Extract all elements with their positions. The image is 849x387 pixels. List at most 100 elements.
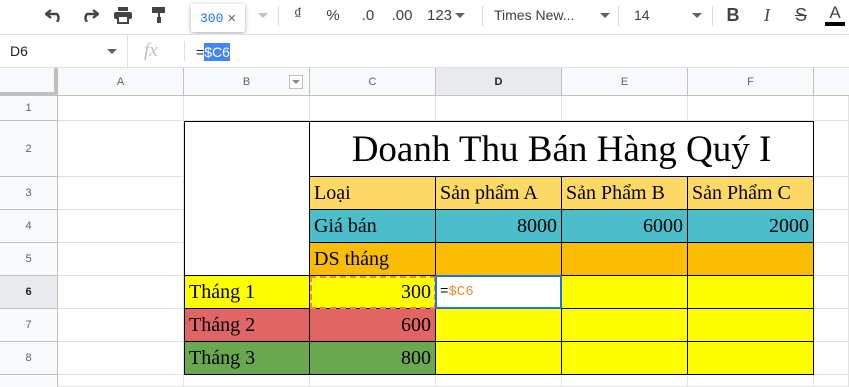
row-header-6[interactable]: 6	[0, 276, 58, 309]
grid-cell[interactable]	[814, 243, 849, 276]
cell-d4[interactable]: 8000	[436, 210, 562, 243]
editor-prefix: =	[440, 284, 449, 300]
cell-c6[interactable]: 300	[310, 276, 436, 309]
grid-cell[interactable]	[58, 121, 184, 177]
cell-b6[interactable]: Tháng 1	[184, 276, 310, 309]
print-icon[interactable]	[110, 2, 136, 28]
chevron-down-icon[interactable]	[256, 2, 270, 28]
column-header-g[interactable]	[814, 68, 849, 96]
cell-f6[interactable]	[688, 276, 814, 309]
font-family-select[interactable]: Times New...	[494, 2, 610, 28]
cell-c7[interactable]: 600	[310, 309, 436, 342]
cell-f3[interactable]: Sản Phẩm C	[688, 177, 814, 210]
column-header-c[interactable]: C	[310, 68, 436, 96]
row-header-1[interactable]: 1	[0, 96, 58, 121]
cell-c5[interactable]: DS tháng	[310, 243, 436, 276]
currency-button[interactable]: ₫	[288, 2, 308, 28]
font-size-label: 14	[634, 7, 650, 23]
grid-cell[interactable]	[58, 210, 184, 243]
cell-f7[interactable]	[688, 309, 814, 342]
paint-format-icon[interactable]	[146, 2, 172, 28]
italic-button[interactable]: I	[756, 2, 778, 28]
cell-d6-editor[interactable]: = $C6	[436, 276, 562, 309]
row-header-8[interactable]: 8	[0, 342, 58, 375]
cell-f5[interactable]	[688, 243, 814, 276]
row-header-7[interactable]: 7	[0, 309, 58, 342]
filter-icon[interactable]	[289, 75, 303, 89]
grid-cell[interactable]	[814, 121, 849, 177]
undo-icon[interactable]	[42, 2, 68, 28]
cell-b2-merged[interactable]	[184, 121, 310, 276]
grid-cell[interactable]	[310, 375, 436, 387]
grid-cell[interactable]	[436, 96, 562, 121]
row-header-4[interactable]: 4	[0, 210, 58, 243]
chevron-down-icon	[692, 12, 702, 18]
grid-cell[interactable]	[562, 96, 688, 121]
name-box[interactable]: D6	[0, 35, 128, 67]
column-header-e[interactable]: E	[562, 68, 688, 96]
grid-cell[interactable]	[814, 276, 849, 309]
grid-cell[interactable]	[814, 342, 849, 375]
font-size-select[interactable]: 14	[634, 2, 702, 28]
row-header-2[interactable]: 2	[0, 121, 58, 177]
cell-d3[interactable]: Sản phẩm A	[436, 177, 562, 210]
grid-cell[interactable]	[814, 210, 849, 243]
grid-cell[interactable]	[562, 375, 688, 387]
cell-d7[interactable]	[436, 309, 562, 342]
close-icon[interactable]: ×	[227, 10, 236, 27]
grid-cell[interactable]	[58, 276, 184, 309]
grid-cell[interactable]	[814, 177, 849, 210]
cell-e7[interactable]	[562, 309, 688, 342]
grid-cell[interactable]	[58, 243, 184, 276]
formula-reference: $C6	[204, 43, 230, 61]
text-color-button[interactable]: A	[824, 2, 846, 28]
sheet-title[interactable]: Doanh Thu Bán Hàng Quý I	[310, 121, 814, 177]
cell-d5[interactable]	[436, 243, 562, 276]
decrease-decimal-button[interactable]: .0	[356, 2, 380, 28]
column-header-d[interactable]: D	[436, 68, 562, 96]
grid-cell[interactable]	[58, 309, 184, 342]
cell-c3[interactable]: Loại	[310, 177, 436, 210]
grid-cell[interactable]	[58, 177, 184, 210]
grid-cell[interactable]	[310, 96, 436, 121]
grid-cell[interactable]	[814, 96, 849, 121]
row-header-3[interactable]: 3	[0, 177, 58, 210]
row-header-5[interactable]: 5	[0, 243, 58, 276]
cell-e4[interactable]: 6000	[562, 210, 688, 243]
grid-cell[interactable]	[688, 375, 814, 387]
grid-cell[interactable]	[58, 342, 184, 375]
row-header-9[interactable]	[0, 375, 58, 387]
column-header-a[interactable]: A	[58, 68, 184, 96]
grid-cell[interactable]	[58, 375, 184, 387]
column-header-b[interactable]: B	[184, 68, 310, 96]
cell-e6[interactable]	[562, 276, 688, 309]
cell-e5[interactable]	[562, 243, 688, 276]
cell-f4[interactable]: 2000	[688, 210, 814, 243]
grid-cell[interactable]	[184, 96, 310, 121]
column-header-f[interactable]: F	[688, 68, 814, 96]
cell-e8[interactable]	[562, 342, 688, 375]
strikethrough-button[interactable]: S	[790, 2, 812, 28]
percent-button[interactable]: %	[322, 2, 344, 28]
grid-cell[interactable]	[184, 375, 310, 387]
redo-icon[interactable]	[76, 2, 102, 28]
grid-cell[interactable]	[58, 96, 184, 121]
grid-cell[interactable]	[814, 375, 849, 387]
cell-d8[interactable]	[436, 342, 562, 375]
name-box-value: D6	[10, 43, 28, 59]
more-formats-button[interactable]: 123	[424, 2, 468, 28]
cell-f8[interactable]	[688, 342, 814, 375]
grid-cell[interactable]	[436, 375, 562, 387]
cell-b8[interactable]: Tháng 3	[184, 342, 310, 375]
grid-cell[interactable]	[688, 96, 814, 121]
select-all-corner[interactable]	[0, 68, 58, 96]
increase-decimal-button[interactable]: .00	[388, 2, 416, 28]
formula-input[interactable]: = $C6	[196, 42, 230, 62]
grid-cell[interactable]	[814, 309, 849, 342]
cell-c8[interactable]: 800	[310, 342, 436, 375]
cell-c4[interactable]: Giá bán	[310, 210, 436, 243]
cell-e3[interactable]: Sản Phẩm B	[562, 177, 688, 210]
cell-b7[interactable]: Tháng 2	[184, 309, 310, 342]
bold-button[interactable]: B	[722, 2, 744, 28]
spreadsheet-grid: A B C D E F 1 2 3 4 5 6 7 8 Doanh Thu Bá…	[0, 68, 849, 387]
